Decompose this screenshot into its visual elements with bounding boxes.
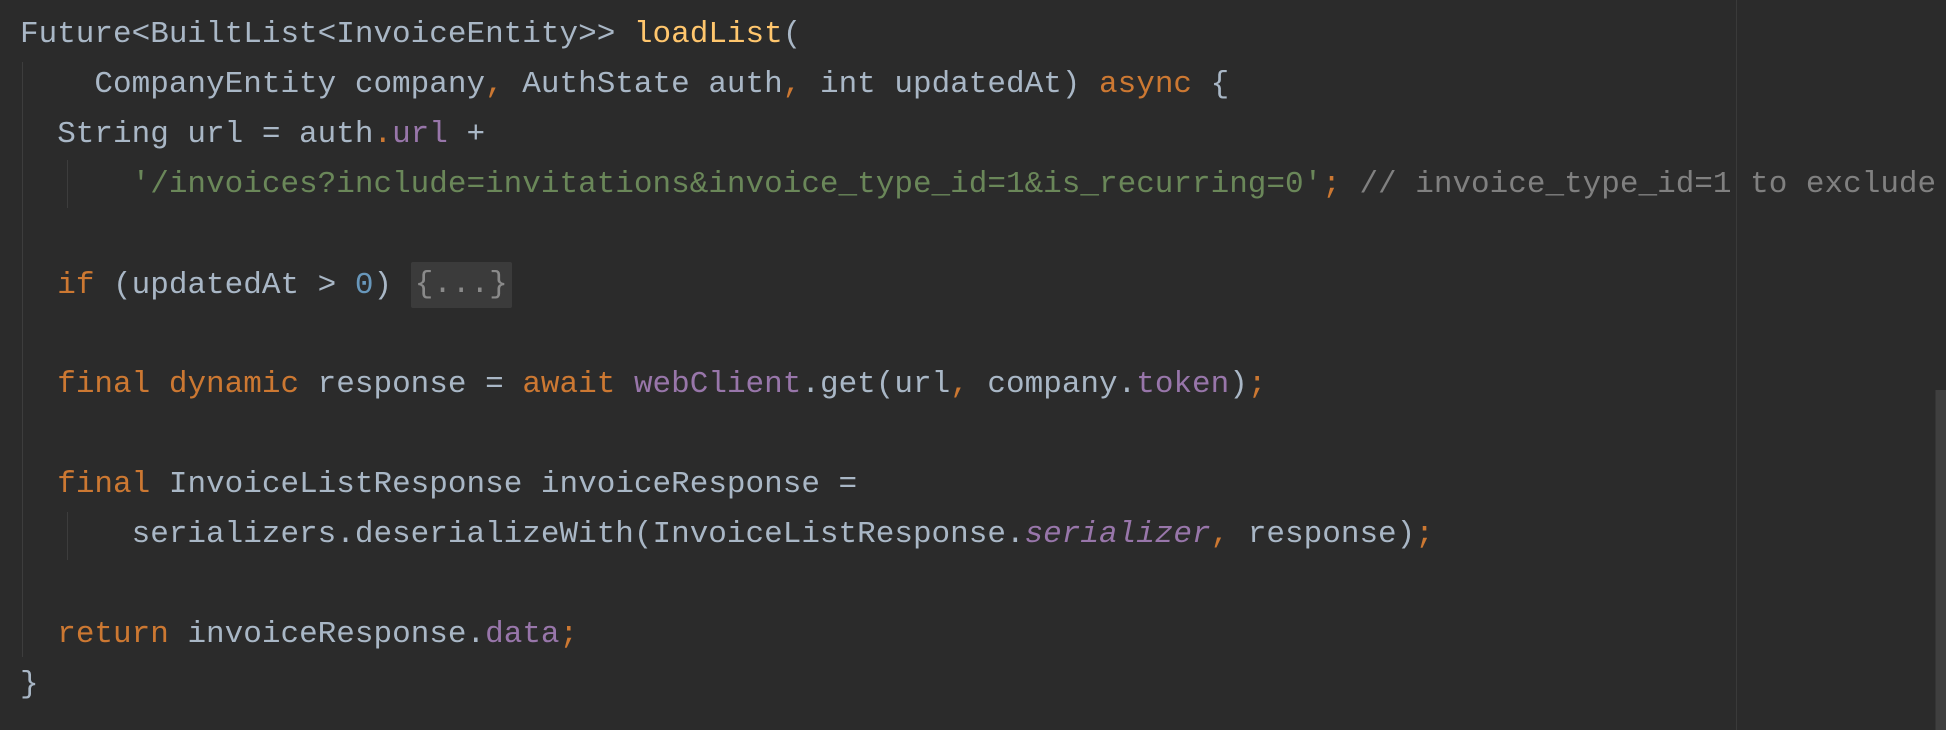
code-token: ; xyxy=(1322,167,1360,202)
code-token: return xyxy=(57,617,188,652)
code-token: data xyxy=(485,617,560,652)
code-token: , xyxy=(950,367,988,402)
code-token: } xyxy=(20,667,39,702)
scrollbar-thumb[interactable] xyxy=(1935,390,1946,730)
code-line[interactable]: final dynamic response = await webClient… xyxy=(20,362,1946,412)
code-token: + xyxy=(447,117,486,152)
code-token: loadList xyxy=(633,17,783,52)
code-token: InvoiceListResponse invoiceResponse = xyxy=(168,467,858,502)
code-token: , xyxy=(1210,517,1248,552)
code-line[interactable] xyxy=(20,212,1946,262)
code-token: int updatedAt) xyxy=(819,67,1100,102)
code-token: final xyxy=(57,467,169,502)
code-line[interactable] xyxy=(20,312,1946,362)
code-line[interactable]: if (updatedAt > 0) {...} xyxy=(20,262,1946,312)
code-line[interactable]: String url = auth.url + xyxy=(20,112,1946,162)
code-line[interactable]: serializers.deserializeWith(InvoiceListR… xyxy=(20,512,1946,562)
code-token: serializers.deserializeWith(InvoiceListR… xyxy=(20,517,1025,552)
code-line[interactable] xyxy=(20,562,1946,612)
code-token: token xyxy=(1136,367,1230,402)
code-token: AuthState auth xyxy=(522,67,783,102)
code-token: , xyxy=(782,67,820,102)
code-token: .get(url xyxy=(801,367,951,402)
code-token: ; xyxy=(1415,517,1434,552)
code-token: '/invoices?include=invitations&invoice_t… xyxy=(131,167,1323,202)
code-token: final dynamic xyxy=(57,367,318,402)
code-token: webClient xyxy=(633,367,802,402)
code-token: 0 xyxy=(354,268,374,304)
code-token: // invoice_type_id=1 to exclude quotes xyxy=(1359,167,1937,202)
code-line[interactable]: return invoiceResponse.data; xyxy=(20,612,1946,662)
code-line[interactable]: } xyxy=(20,662,1946,712)
folded-code-block[interactable]: {...} xyxy=(410,262,512,308)
code-editor[interactable]: Future<BuiltList<InvoiceEntity>> loadLis… xyxy=(0,0,1946,730)
code-token: serializer xyxy=(1024,517,1211,552)
code-token: { xyxy=(1210,67,1230,102)
code-token: , xyxy=(485,67,523,102)
code-token: ; xyxy=(559,617,579,652)
code-token: async xyxy=(1099,67,1211,102)
code-token: ; xyxy=(1247,367,1267,402)
code-line[interactable] xyxy=(20,412,1946,462)
code-line[interactable]: '/invoices?include=invitations&invoice_t… xyxy=(20,162,1946,212)
code-token: invoiceResponse. xyxy=(187,617,486,652)
code-line[interactable]: final InvoiceListResponse invoiceRespons… xyxy=(20,462,1946,512)
code-token: response) xyxy=(1247,517,1416,552)
code-token: ) xyxy=(373,268,411,304)
code-line[interactable]: CompanyEntity company, AuthState auth, i… xyxy=(20,62,1946,112)
code-token: company. xyxy=(987,367,1137,402)
code-token: String url = auth xyxy=(20,117,374,152)
code-token: if xyxy=(57,268,114,304)
code-lines[interactable]: Future<BuiltList<InvoiceEntity>> loadLis… xyxy=(20,12,1946,712)
code-token: ( xyxy=(782,17,802,52)
code-line[interactable]: Future<BuiltList<InvoiceEntity>> loadLis… xyxy=(20,12,1946,62)
code-token: (updatedAt > xyxy=(113,268,355,304)
code-token: ) xyxy=(1229,367,1248,402)
code-token: response = xyxy=(317,367,523,402)
code-token: Future<BuiltList<InvoiceEntity>> xyxy=(20,17,634,52)
code-token: . xyxy=(373,117,393,152)
code-token: url xyxy=(392,117,448,152)
code-token: await xyxy=(522,367,634,402)
right-margin-guide xyxy=(1736,0,1737,730)
vertical-scrollbar[interactable] xyxy=(1934,0,1946,730)
code-token: CompanyEntity company xyxy=(20,67,486,102)
